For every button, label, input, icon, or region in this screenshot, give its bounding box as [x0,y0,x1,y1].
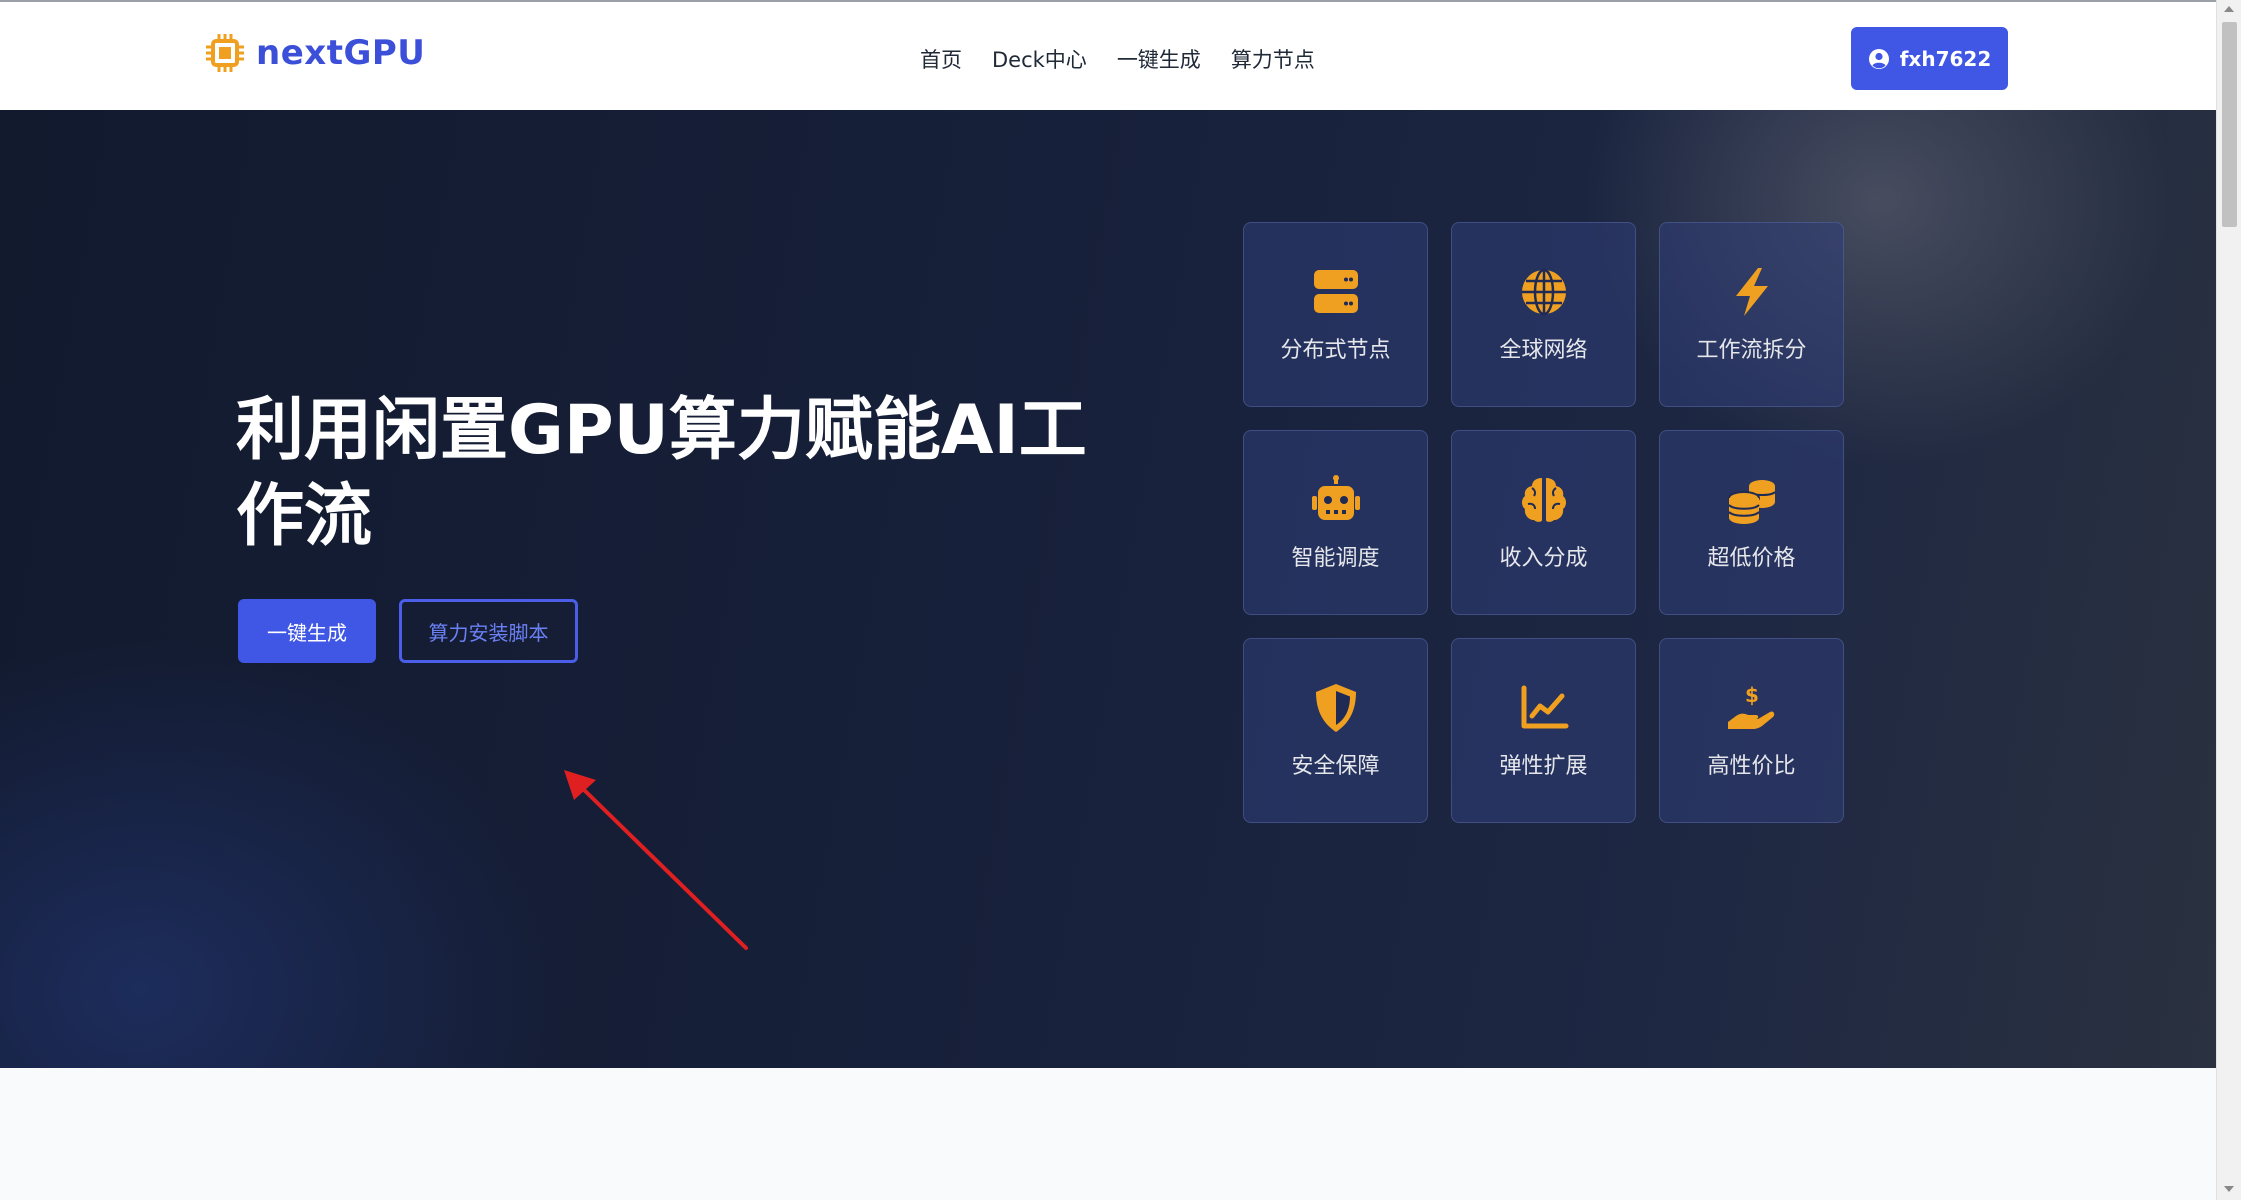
one-click-generate-button[interactable]: 一键生成 [238,599,376,663]
feature-card: 工作流拆分 [1659,222,1844,407]
feature-card: 收入分成 [1451,430,1636,615]
user-account-button[interactable]: fxh7622 [1851,27,2008,90]
robot-icon [1311,474,1360,520]
nav-home[interactable]: 首页 [920,44,962,74]
feature-label: 弹性扩展 [1499,753,1588,779]
feature-label: 分布式节点 [1280,337,1391,363]
feature-card: $ 高性价比 [1659,638,1844,823]
feature-label: 安全保障 [1291,753,1380,779]
feature-card: 超低价格 [1659,430,1844,615]
feature-label: 超低价格 [1707,545,1796,571]
chart-line-icon [1521,685,1568,728]
feature-label: 智能调度 [1291,545,1380,571]
scrollbar-thumb[interactable] [2222,22,2237,227]
chip-icon [206,34,244,72]
feature-label: 收入分成 [1499,545,1588,571]
scroll-down-arrow-icon[interactable] [2224,1186,2234,1192]
coins-icon [1727,479,1776,524]
feature-card: 安全保障 [1243,638,1428,823]
feature-card: 智能调度 [1243,430,1428,615]
hero-section [0,110,2216,1068]
install-script-button[interactable]: 算力安装脚本 [399,599,578,663]
svg-text:$: $ [1745,683,1759,707]
feature-card: 全球网络 [1451,222,1636,407]
nav-one-click-generate[interactable]: 一键生成 [1117,44,1201,74]
bolt-icon [1735,267,1768,316]
nav-compute-nodes[interactable]: 算力节点 [1231,44,1315,74]
username: fxh7622 [1899,46,1992,71]
vertical-scrollbar[interactable] [2216,0,2241,1200]
hero-title: 利用闲置GPU算力赋能AI工作流 [236,391,1087,556]
feature-card: 分布式节点 [1243,222,1428,407]
feature-label: 工作流拆分 [1696,337,1807,363]
scroll-up-arrow-icon[interactable] [2224,6,2234,12]
globe-icon [1521,268,1566,315]
page: nextGPU 首页 Deck中心 一键生成 算力节点 fxh7622 利用闲置… [0,0,2216,1200]
hand-dollar-icon: $ [1727,683,1774,729]
annotation-arrow [564,770,748,950]
server-icon [1313,269,1358,313]
brand-name: nextGPU [256,33,426,73]
user-circle-icon [1868,48,1889,69]
shield-icon [1315,683,1356,732]
main-nav: 首页 Deck中心 一键生成 算力节点 [920,44,1315,74]
nav-deck-center[interactable]: Deck中心 [992,44,1087,74]
feature-label: 全球网络 [1499,337,1588,363]
feature-grid: 分布式节点 全球网络 工作流拆分 智能调度 收入分成 超低价格 安全保障 弹性扩… [1243,222,1844,823]
brain-icon [1521,477,1566,522]
top-navbar: nextGPU 首页 Deck中心 一键生成 算力节点 fxh7622 [0,0,2216,110]
logo[interactable]: nextGPU [204,32,425,74]
feature-label: 高性价比 [1707,753,1796,779]
feature-card: 弹性扩展 [1451,638,1636,823]
